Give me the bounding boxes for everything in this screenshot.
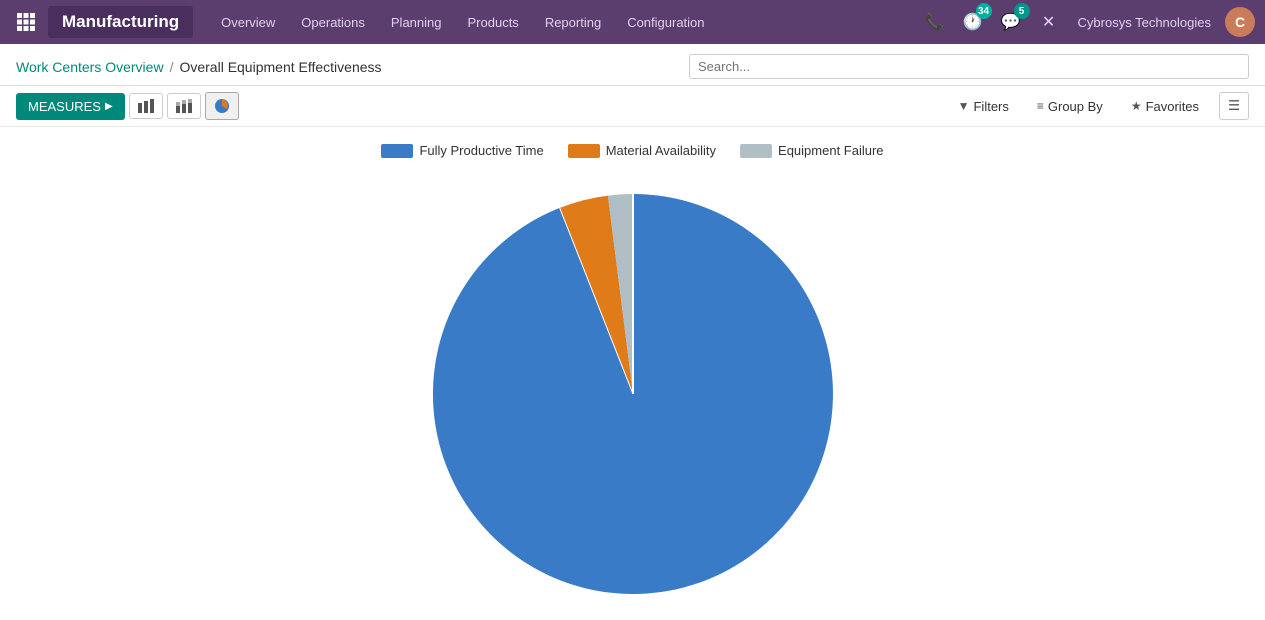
bar-chart-view-button[interactable] [129,93,163,119]
legend-label-0: Fully Productive Time [419,143,543,158]
filter-icon: ▼ [958,99,970,113]
user-avatar[interactable]: C [1225,7,1255,37]
legend-item-1: Material Availability [568,143,716,158]
nav-overview[interactable]: Overview [211,9,285,36]
nav-configuration[interactable]: Configuration [617,9,714,36]
message-badge: 5 [1014,3,1030,19]
top-navigation: Manufacturing Overview Operations Planni… [0,0,1265,44]
breadcrumb-separator: / [170,59,174,75]
legend-item-0: Fully Productive Time [381,143,543,158]
nav-planning[interactable]: Planning [381,9,452,36]
legend-color-1 [568,144,600,158]
search-bar[interactable] [689,54,1249,79]
measures-arrow-icon: ▶ [105,101,113,112]
groupby-label: Group By [1048,99,1103,114]
chart-legend: Fully Productive Time Material Availabil… [381,143,883,158]
groupby-button[interactable]: ≡ Group By [1029,94,1111,119]
measures-label: MEASURES [28,99,101,114]
legend-item-2: Equipment Failure [740,143,884,158]
chart-area: Fully Productive Time Material Availabil… [0,127,1265,620]
breadcrumb-row: Work Centers Overview / Overall Equipmen… [0,44,1265,86]
company-name: Cybrosys Technologies [1078,15,1211,30]
grid-menu-icon[interactable] [10,6,42,38]
topnav-right: 📞 🕐 34 💬 5 ✕ Cybrosys Technologies C [920,7,1255,37]
pie-chart-container [16,174,1249,604]
toolbar-left: MEASURES ▶ [16,92,239,120]
phone-icon[interactable]: 📞 [920,7,950,37]
message-icon[interactable]: 💬 5 [996,7,1026,37]
breadcrumb: Work Centers Overview / Overall Equipmen… [16,59,382,75]
favorites-button[interactable]: ★ Favorites [1123,94,1207,119]
toolbar-right: ▼ Filters ≡ Group By ★ Favorites ☰ [950,92,1249,120]
nav-operations[interactable]: Operations [291,9,375,36]
legend-color-0 [381,144,413,158]
nav-reporting[interactable]: Reporting [535,9,611,36]
legend-label-1: Material Availability [606,143,716,158]
pie-chart [383,174,883,604]
groupby-icon: ≡ [1037,99,1044,113]
legend-label-2: Equipment Failure [778,143,884,158]
activity-badge: 34 [976,3,992,19]
search-input[interactable] [698,59,1240,74]
filters-button[interactable]: ▼ Filters [950,94,1017,119]
star-icon: ★ [1131,99,1142,113]
app-brand[interactable]: Manufacturing [48,6,193,38]
breadcrumb-parent[interactable]: Work Centers Overview [16,59,164,75]
stacked-bar-view-button[interactable] [167,93,201,119]
nav-products[interactable]: Products [458,9,529,36]
breadcrumb-current: Overall Equipment Effectiveness [179,59,381,75]
measures-button[interactable]: MEASURES ▶ [16,93,125,120]
view-toggle-button[interactable]: ☰ [1219,92,1249,120]
activity-icon[interactable]: 🕐 34 [958,7,988,37]
settings-icon[interactable]: ✕ [1034,7,1064,37]
legend-color-2 [740,144,772,158]
pie-chart-view-button[interactable] [205,92,239,120]
nav-links: Overview Operations Planning Products Re… [211,9,919,36]
favorites-label: Favorites [1146,99,1199,114]
filters-label: Filters [973,99,1008,114]
toolbar: MEASURES ▶ ▼ Filters ≡ [0,86,1265,127]
